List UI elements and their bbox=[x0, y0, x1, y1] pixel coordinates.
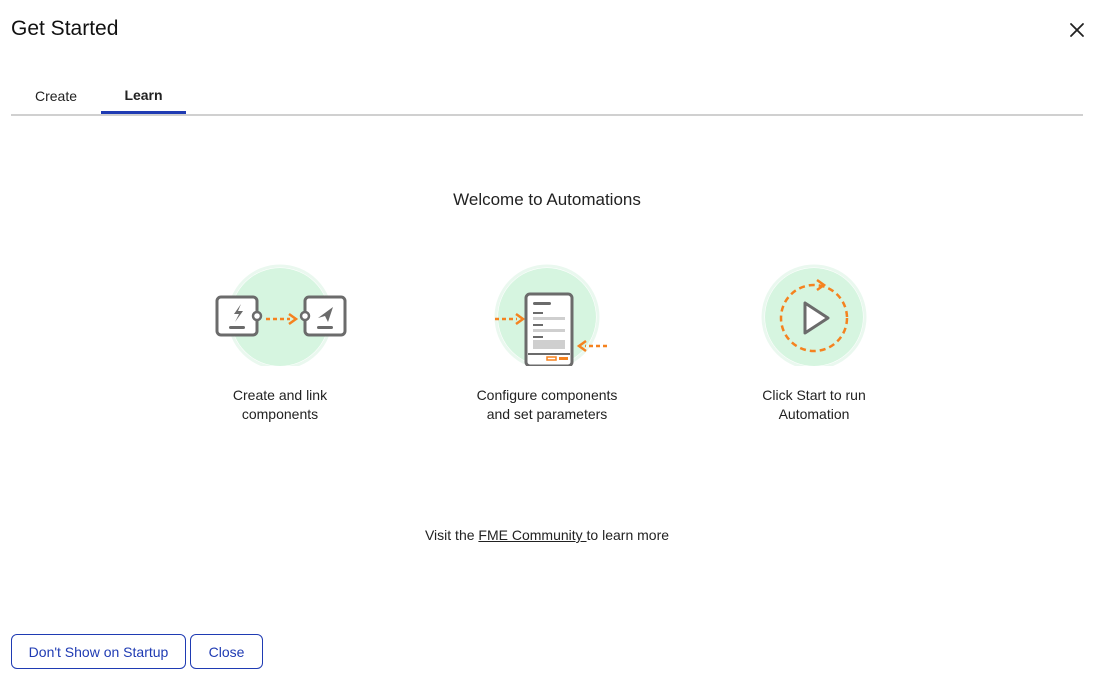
visit-suffix: to learn more bbox=[586, 527, 670, 543]
dont-show-on-startup-button[interactable]: Don't Show on Startup bbox=[11, 634, 186, 669]
visit-prefix: Visit the bbox=[424, 527, 479, 543]
step-caption: Click Start to run Automation bbox=[762, 387, 866, 422]
close-icon[interactable] bbox=[1066, 19, 1088, 41]
fme-community-link[interactable]: FME Community bbox=[478, 527, 586, 543]
step-caption: Create and link components bbox=[232, 387, 328, 422]
welcome-heading: Welcome to Automations bbox=[453, 190, 641, 209]
tab-create[interactable]: Create bbox=[11, 78, 101, 114]
step-start: Click Start to run Automation bbox=[694, 262, 934, 424]
step-configure: Configure components and set parameters bbox=[427, 262, 667, 424]
get-started-dialog: Get Started Create Learn Welcome to Auto… bbox=[0, 0, 1094, 680]
link-components-icon bbox=[215, 264, 347, 366]
close-button[interactable]: Close bbox=[190, 634, 263, 669]
dialog-title: Get Started bbox=[11, 17, 119, 40]
step-caption: Configure components and set parameters bbox=[476, 387, 618, 422]
step-create-link: Create and link components bbox=[160, 262, 400, 424]
configure-parameters-icon bbox=[494, 264, 607, 366]
visit-community-text: Visit the FME Community to learn more bbox=[0, 527, 1094, 543]
tab-learn[interactable]: Learn bbox=[101, 78, 186, 114]
tab-bar: Create Learn bbox=[11, 78, 1083, 116]
start-automation-icon bbox=[761, 264, 867, 366]
